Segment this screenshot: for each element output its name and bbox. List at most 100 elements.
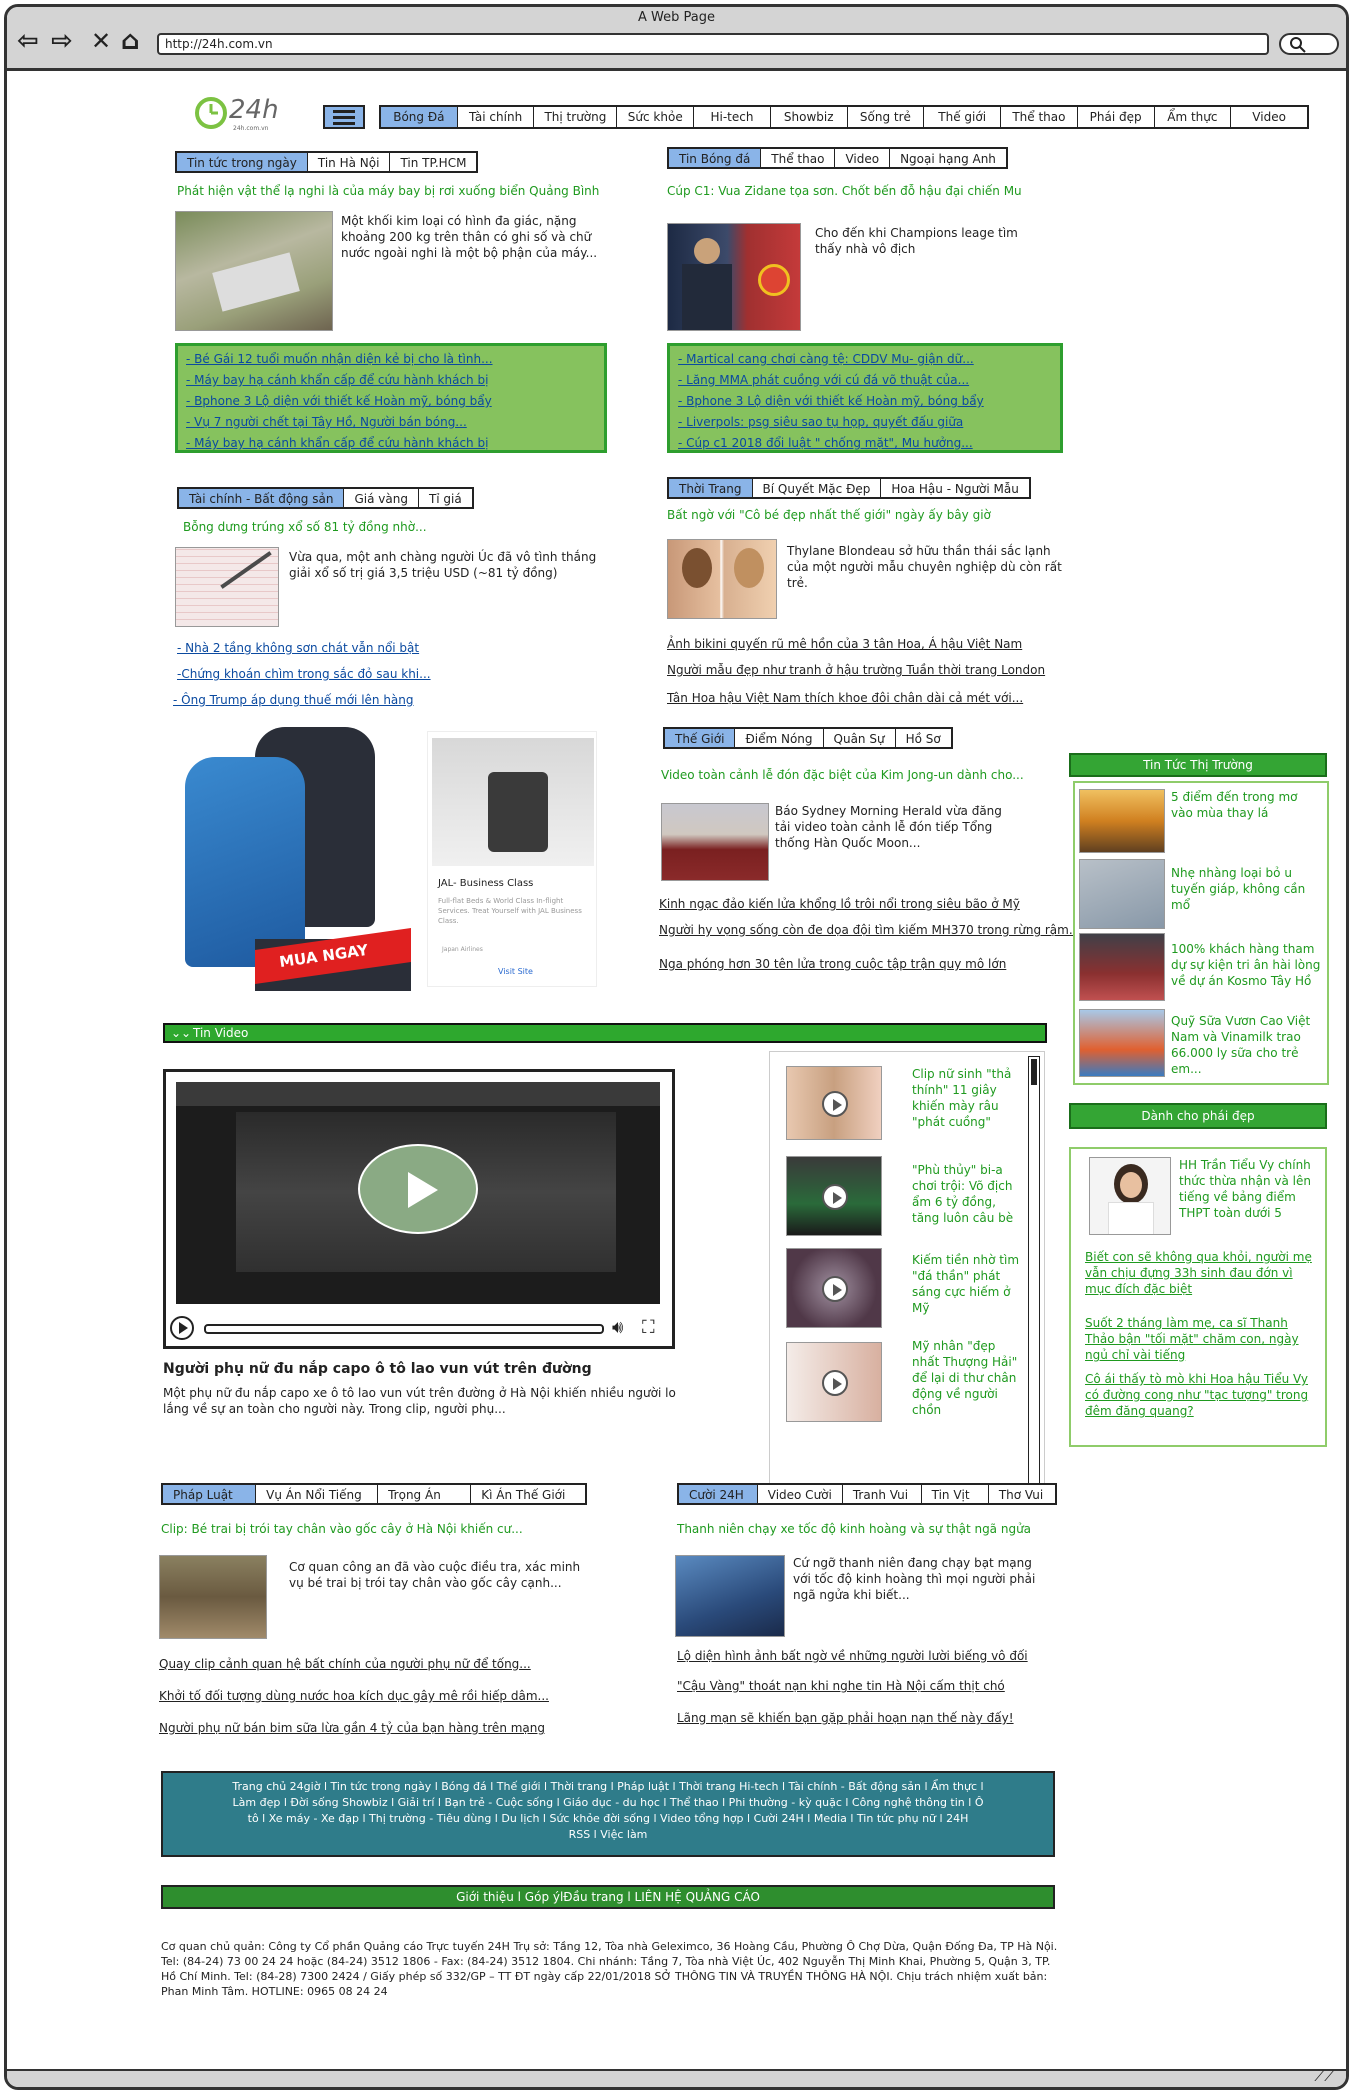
tab-tin-ha-noi[interactable]: Tin Hà Nội xyxy=(308,153,391,171)
play-icon[interactable] xyxy=(822,1370,848,1396)
world-image[interactable] xyxy=(661,803,769,881)
finance-link[interactable]: - Ông Trump áp dụng thuế mới lên hàng xyxy=(173,693,414,707)
tab-trong-an[interactable]: Trọng Án xyxy=(378,1485,472,1503)
footer-links-line[interactable]: Trang chủ 24giờ l Tin tức trong ngày l B… xyxy=(171,1779,1045,1795)
market-image[interactable] xyxy=(1079,1009,1165,1077)
fashion-link[interactable]: Tân Hoa hậu Việt Nam thích khoe đôi chân… xyxy=(667,691,1023,705)
fashion-link[interactable]: Ảnh bikini quyến rũ mê hồn của 3 tân Hoa… xyxy=(667,637,1022,651)
nav-item-bong-da[interactable]: Bóng Đá xyxy=(381,107,458,127)
market-image[interactable] xyxy=(1079,859,1165,929)
playlist-thumb[interactable] xyxy=(786,1248,882,1328)
football-link[interactable]: - Martical cang chơi càng tệ: CDDV Mu- g… xyxy=(678,349,1052,370)
video-progress-bar[interactable] xyxy=(204,1324,604,1334)
playlist-item[interactable]: Mỹ nhân "đẹp nhất Thượng Hải" để lại di … xyxy=(912,1338,1022,1418)
footer-links-line[interactable]: tô l Xe máy - Xe đạp l Thị trường - Tiêu… xyxy=(171,1811,1045,1827)
tab-tranh-vui[interactable]: Tranh Vui xyxy=(843,1485,922,1503)
world-headline[interactable]: Video toàn cảnh lễ đón đặc biệt của Kim … xyxy=(661,767,1081,783)
tab-diem-nong[interactable]: Điểm Nóng xyxy=(735,729,824,747)
nav-item-showbiz[interactable]: Showbiz xyxy=(771,107,848,127)
football-link[interactable]: - Lăng MMA phát cuồng với cú đá võ thuật… xyxy=(678,370,1052,391)
law-link[interactable]: Người phụ nữ bán bim sữa lừa gần 4 tỷ củ… xyxy=(159,1721,545,1735)
nav-item-phai-dep[interactable]: Phái đẹp xyxy=(1078,107,1155,127)
site-logo[interactable]: 24h 24h.com.vn xyxy=(193,95,283,132)
fullscreen-icon[interactable]: ⛶ xyxy=(642,1318,655,1338)
fun-headline[interactable]: Thanh niên chạy xe tốc độ kinh hoàng và … xyxy=(677,1521,1077,1537)
nav-item-am-thuc[interactable]: Ẩm thực xyxy=(1155,107,1232,127)
tab-hoa-hau-nguoi-mau[interactable]: Hoa Hậu - Người Mẫu xyxy=(881,479,1028,497)
world-link[interactable]: Người hy vọng sống còn đe dọa đội tìm ki… xyxy=(659,923,1080,937)
tab-ho-so[interactable]: Hồ Sơ xyxy=(896,729,951,747)
tab-gia-vang[interactable]: Giá vàng xyxy=(344,489,419,507)
nav-item-hi-tech[interactable]: Hi-tech xyxy=(694,107,771,127)
close-icon[interactable]: ✕ xyxy=(91,27,111,55)
tab-thoi-trang[interactable]: Thời Trang xyxy=(669,479,753,497)
playlist-thumb[interactable] xyxy=(786,1066,882,1140)
ladies-feature[interactable]: HH Trần Tiểu Vy chính thức thừa nhận và … xyxy=(1179,1157,1323,1221)
football-link[interactable]: - Cúp c1 2018 đổi luật " chống mặt", Mu … xyxy=(678,433,1052,454)
football-image[interactable] xyxy=(667,223,801,331)
fun-link[interactable]: Lãng mạn sẽ khiến bạn gặp phải hoạn nạn … xyxy=(677,1711,1014,1725)
jal-ad[interactable]: JAL- Business Class Full-flat Beds & Wor… xyxy=(427,731,597,987)
footer-links-line[interactable]: RSS l Việc làm xyxy=(171,1827,1045,1843)
ladies-link[interactable]: Biết con sẽ không qua khỏi, người mẹ vẫn… xyxy=(1085,1249,1321,1297)
tab-vu-an-noi-tieng[interactable]: Vụ Án Nổi Tiếng xyxy=(256,1485,379,1503)
playlist-thumb[interactable] xyxy=(786,1156,882,1236)
tab-the-gioi[interactable]: Thế Giới xyxy=(665,729,736,747)
market-item[interactable]: Quỹ Sữa Vươn Cao Việt Nam và Vinamilk tr… xyxy=(1171,1013,1321,1077)
volume-icon[interactable]: 🔊︎ xyxy=(612,1318,623,1338)
tab-tho-vui[interactable]: Thơ Vui xyxy=(989,1485,1055,1503)
ad-visit-link[interactable]: Visit Site xyxy=(498,964,533,980)
fun-link[interactable]: "Cậu Vàng" thoát nạn khi nghe tin Hà Nội… xyxy=(677,1679,1005,1693)
law-link[interactable]: Khởi tố đối tượng dùng nước hoa kích dục… xyxy=(159,1689,549,1703)
playlist-item[interactable]: Clip nữ sinh "thả thính" 11 giây khiến m… xyxy=(912,1066,1022,1130)
playlist-scrollbar[interactable] xyxy=(1028,1056,1040,1486)
finance-link[interactable]: -Chứng khoán chìm trong sắc đỏ sau khi..… xyxy=(177,667,431,681)
tab-bi-quyet-mac-dep[interactable]: Bí Quyết Mặc Đẹp xyxy=(753,479,882,497)
football-link[interactable]: - Liverpols: psg siêu sao tụ họp, quyết … xyxy=(678,412,1052,433)
ladies-image[interactable] xyxy=(1089,1157,1171,1235)
nav-item-video[interactable]: Video xyxy=(1231,107,1307,127)
resize-handle-icon[interactable]: ⟋⟋ xyxy=(1314,2069,1334,2085)
back-icon[interactable]: ⇦ xyxy=(17,27,39,55)
finance-headline[interactable]: Bỗng dưng trúng xổ số 81 tỷ đồng nhờ... xyxy=(183,519,603,535)
search-button[interactable] xyxy=(1279,33,1339,55)
tab-tin-bong-da[interactable]: Tin Bóng đá xyxy=(669,149,762,167)
menu-hamburger-icon[interactable] xyxy=(323,105,365,129)
market-item[interactable]: 5 điểm đến trong mơ vào mùa thay lá xyxy=(1171,789,1321,821)
news-link[interactable]: - Máy bay hạ cánh khẩn cấp để cứu hành k… xyxy=(186,370,596,391)
tab-ngoai-hang-anh[interactable]: Ngoại hạng Anh xyxy=(890,149,1006,167)
play-icon[interactable] xyxy=(822,1091,848,1117)
market-image[interactable] xyxy=(1079,933,1165,1001)
video-screen[interactable] xyxy=(176,1082,660,1304)
market-item[interactable]: 100% khách hàng tham dự sự kiện tri ân h… xyxy=(1171,941,1321,989)
jacket-ad[interactable]: MUA NGAY xyxy=(175,727,411,991)
news-headline[interactable]: Phát hiện vật thể lạ nghi là của máy bay… xyxy=(177,183,617,199)
market-item[interactable]: Nhẹ nhàng loại bỏ u tuyến giáp, không cầ… xyxy=(1171,865,1321,913)
news-link[interactable]: - Bé Gái 12 tuổi muốn nhận diện kẻ bị ch… xyxy=(186,349,596,370)
fashion-link[interactable]: Người mẫu đẹp như tranh ở hậu trường Tuầ… xyxy=(667,663,1045,677)
tab-video[interactable]: Video xyxy=(835,149,891,167)
footer-bar[interactable]: Giới thiệu l Góp ýlĐầu trang l LIÊN HỆ Q… xyxy=(161,1885,1055,1909)
news-link[interactable]: - Bphone 3 Lộ diện với thiết kế Hoàn mỹ,… xyxy=(186,391,596,412)
playlist-thumb[interactable] xyxy=(786,1342,882,1422)
news-link[interactable]: - Máy bay hạ cánh khẩn cấp để cứu hành k… xyxy=(186,433,596,454)
tab-cuoi-24h[interactable]: Cười 24H xyxy=(679,1485,758,1503)
ladies-link[interactable]: Cô ái thấy tò mò khi Hoa hậu Tiểu Vy có … xyxy=(1085,1371,1321,1419)
play-icon[interactable] xyxy=(170,1316,194,1340)
play-icon[interactable] xyxy=(822,1276,848,1302)
law-headline[interactable]: Clip: Bé trai bị trói tay chân vào gốc c… xyxy=(161,1521,601,1537)
finance-image[interactable] xyxy=(175,547,279,627)
home-icon[interactable]: ⌂ xyxy=(121,27,140,55)
play-button[interactable] xyxy=(358,1144,478,1234)
tab-ki-an-the-gioi[interactable]: Kì Án Thế Giới xyxy=(471,1485,585,1503)
nav-item-tai-chinh[interactable]: Tài chính xyxy=(458,107,535,127)
tab-video-cuoi[interactable]: Video Cười xyxy=(758,1485,843,1503)
playlist-item[interactable]: "Phù thủy" bi-a chơi trội: Võ địch ẩm 6 … xyxy=(912,1162,1022,1226)
football-headline[interactable]: Cúp C1: Vua Zidane tọa sơn. Chốt bến đỗ … xyxy=(667,183,1087,199)
tab-tin-tphcm[interactable]: Tin TP.HCM xyxy=(390,153,476,171)
nav-item-the-thao[interactable]: Thể thao xyxy=(1001,107,1078,127)
market-image[interactable] xyxy=(1079,789,1165,853)
ladies-link[interactable]: Suốt 2 tháng làm mẹ, ca sĩ Thanh Thảo bậ… xyxy=(1085,1315,1321,1363)
news-image[interactable] xyxy=(175,211,333,331)
playlist-item[interactable]: Kiếm tiền nhờ tìm "đá thần" phát sáng cự… xyxy=(912,1252,1022,1316)
